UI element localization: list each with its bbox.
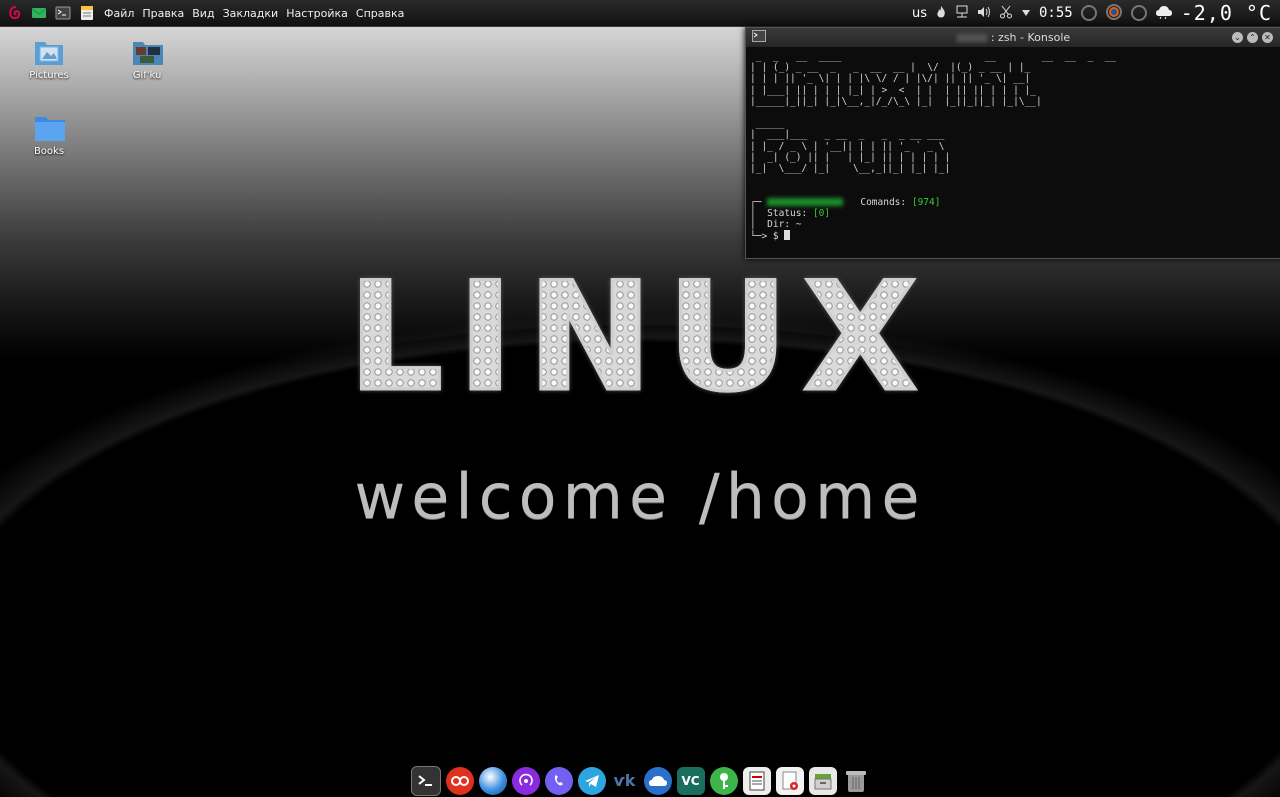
gif-folder-icon bbox=[132, 38, 163, 66]
dropdown-arrow-icon[interactable] bbox=[1021, 7, 1031, 20]
dir-value: ~ bbox=[795, 219, 802, 231]
konsole-titlebar[interactable]: : zsh - Konsole ⌄ ⌃ ✕ bbox=[746, 28, 1280, 47]
terminal-output[interactable]: _ _ __ ____ __ __ __ _ __ | | (_) _ __ _… bbox=[746, 47, 1280, 242]
browser-icon[interactable] bbox=[478, 766, 507, 795]
wallpaper-brand-text: LINUX bbox=[0, 257, 1280, 420]
mail-icon[interactable] bbox=[30, 4, 48, 22]
minimize-button[interactable]: ⌄ bbox=[1232, 32, 1243, 43]
keyboard-layout-indicator[interactable]: us bbox=[912, 6, 927, 21]
menu-file[interactable]: Файл bbox=[104, 7, 134, 20]
volume-icon[interactable] bbox=[977, 6, 991, 21]
menu-help[interactable]: Справка bbox=[356, 7, 404, 20]
status-value: [0] bbox=[812, 207, 831, 219]
terminal-app-icon[interactable] bbox=[410, 765, 441, 796]
scissors-icon[interactable] bbox=[999, 5, 1013, 22]
prompt-symbol: $ bbox=[772, 231, 779, 243]
vscode-icon[interactable]: VC bbox=[676, 766, 705, 795]
close-button[interactable]: ✕ bbox=[1262, 32, 1273, 43]
menu-settings[interactable]: Настройка bbox=[286, 7, 348, 20]
network-icon[interactable] bbox=[955, 5, 969, 22]
top-panel: Файл Правка Вид Закладки Настройка Справ… bbox=[0, 0, 1280, 27]
clock[interactable]: 0:55 bbox=[1039, 5, 1073, 21]
trash-icon[interactable] bbox=[842, 767, 870, 795]
podcast-icon[interactable] bbox=[511, 766, 540, 795]
wallpaper-tagline: welcome /home bbox=[354, 460, 926, 533]
document-viewer-icon[interactable] bbox=[775, 766, 804, 795]
konsole-window[interactable]: : zsh - Konsole ⌄ ⌃ ✕ _ _ __ ____ __ __ … bbox=[745, 27, 1280, 259]
folder-icon bbox=[34, 114, 65, 142]
text-editor-icon[interactable] bbox=[742, 766, 771, 795]
desktop-icon-pictures[interactable]: Pictures bbox=[14, 38, 84, 81]
cloud-icon[interactable] bbox=[643, 766, 672, 795]
konsole-title: : zsh - Konsole bbox=[746, 31, 1280, 44]
pictures-folder-icon bbox=[34, 38, 64, 66]
file-manager-icon[interactable] bbox=[808, 766, 837, 795]
pdf-reader-icon[interactable] bbox=[445, 766, 474, 795]
notes-icon[interactable] bbox=[78, 4, 96, 22]
cpu-ring-icon[interactable] bbox=[1080, 5, 1097, 21]
vk-icon[interactable]: ѵk bbox=[611, 767, 639, 795]
dock: ѵk VC bbox=[408, 764, 872, 797]
desktop-icon-gifku[interactable]: Gif'ku bbox=[112, 38, 182, 81]
weather-cloud-icon[interactable] bbox=[1155, 5, 1173, 22]
telegram-icon[interactable] bbox=[577, 766, 606, 795]
menu-edit[interactable]: Правка bbox=[142, 7, 184, 20]
menu-view[interactable]: Вид bbox=[192, 7, 214, 20]
debian-swirl-icon[interactable] bbox=[6, 4, 24, 22]
maximize-button[interactable]: ⌃ bbox=[1247, 32, 1258, 43]
memory-ring-icon[interactable] bbox=[1130, 5, 1147, 21]
blurred-username bbox=[767, 198, 844, 207]
ascii-art-forum: _____ | ___|___ _ __ _ _ _ __ ___ | |_ /… bbox=[750, 118, 951, 175]
comands-count: [974] bbox=[911, 196, 941, 208]
ascii-art-linux-mint: _ _ __ ____ __ __ __ _ __ | | (_) _ __ _… bbox=[750, 51, 1117, 107]
keepass-icon[interactable] bbox=[709, 766, 738, 795]
menu-bookmarks[interactable]: Закладки bbox=[223, 7, 279, 20]
firefox-ring-icon[interactable] bbox=[1105, 3, 1123, 24]
desktop-icon-books[interactable]: Books bbox=[14, 114, 84, 157]
flame-icon[interactable] bbox=[935, 5, 947, 22]
system-tray: us 0:55 -2,0 °C bbox=[912, 0, 1280, 26]
terminal-icon[interactable] bbox=[54, 4, 72, 22]
viber-icon[interactable] bbox=[544, 766, 573, 795]
terminal-cursor bbox=[784, 230, 791, 241]
temperature-readout[interactable]: -2,0 °C bbox=[1181, 1, 1272, 25]
